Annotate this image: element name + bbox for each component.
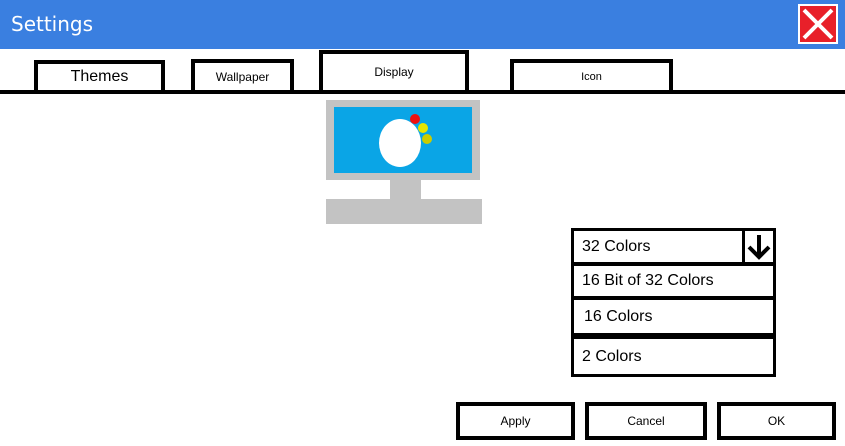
color-depth-selected: 32 Colors: [582, 237, 651, 255]
option-label: 2 Colors: [582, 347, 642, 365]
tab-display-label: Display: [374, 65, 414, 79]
apply-button[interactable]: Apply: [456, 402, 575, 440]
color-option-2[interactable]: 2 Colors: [571, 336, 776, 377]
ok-button[interactable]: OK: [717, 402, 836, 440]
tab-icon-label: Icon: [581, 70, 602, 83]
cancel-button[interactable]: Cancel: [585, 402, 707, 440]
tab-display[interactable]: Display: [319, 50, 469, 94]
color-option-16[interactable]: 16 Colors: [571, 297, 776, 336]
color-depth-select[interactable]: 32 Colors: [571, 228, 745, 265]
option-label: 16 Colors: [584, 307, 653, 325]
ok-label: OK: [767, 414, 786, 428]
tab-themes[interactable]: Themes: [34, 60, 165, 94]
monitor-preview: [326, 100, 482, 224]
tab-themes-label: Themes: [70, 68, 129, 85]
close-button[interactable]: [798, 4, 838, 44]
title-bar: Settings: [0, 0, 845, 49]
apply-label: Apply: [500, 414, 531, 428]
cancel-label: Cancel: [627, 414, 665, 428]
window-title: Settings: [11, 12, 94, 36]
arrow-down-icon: [747, 235, 771, 260]
option-label: 16 Bit of 32 Colors: [582, 272, 714, 289]
dropdown-toggle[interactable]: [742, 228, 776, 265]
tab-wallpaper[interactable]: Wallpaper: [191, 59, 294, 94]
tab-icon[interactable]: Icon: [510, 59, 673, 94]
color-option-16bit[interactable]: 16 Bit of 32 Colors: [571, 263, 776, 299]
close-icon: [802, 8, 834, 40]
tab-wallpaper-label: Wallpaper: [215, 69, 270, 84]
